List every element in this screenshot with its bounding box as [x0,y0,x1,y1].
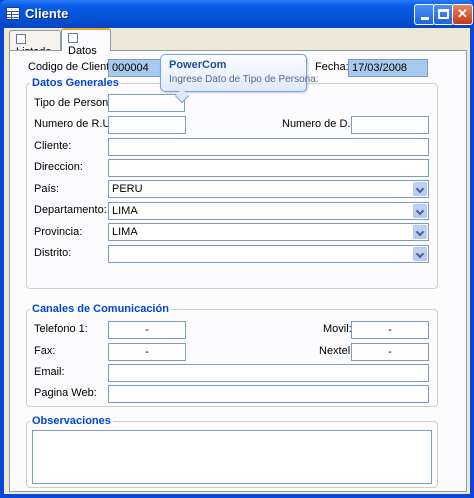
codigo-cliente-field[interactable]: 000004 [108,59,168,77]
pagina-web-label: Pagina Web: [34,387,97,399]
window-client-area: Listado Datos Codigo de Cliente: 000004 … [4,28,470,494]
distrito-combo[interactable] [108,245,429,263]
observaciones-title: Observaciones [30,415,113,427]
tipo-persona-label: Tipo de Persona: [34,97,118,109]
departamento-label: Departamento: [34,204,107,216]
canales-title: Canales de Comunicación [30,303,171,315]
email-field[interactable] [108,364,429,382]
minimize-icon [420,17,429,20]
fecha-label: Fecha: [315,61,349,73]
fecha-field[interactable]: 17/03/2008 [348,59,428,77]
tooltip-balloon: PowerCom Ingrese Dato de Tipo de Persona… [160,54,319,104]
maximize-button[interactable] [433,4,454,25]
departamento-value: LIMA [112,205,138,217]
minimize-button[interactable] [414,4,435,25]
observaciones-textarea[interactable] [32,430,432,484]
title-bar[interactable]: Cliente ✕ [0,0,474,28]
form-icon [68,33,78,43]
maximize-icon [438,9,449,19]
pais-value: PERU [112,183,143,195]
chevron-down-icon[interactable] [413,247,427,261]
telefono-label: Telefono 1: [34,323,88,335]
datos-generales-title: Datos Generales [30,77,121,89]
pais-label: País: [34,183,60,195]
datos-panel: Codigo de Cliente: 000004 Fecha: 17/03/2… [9,50,467,492]
tab-listado[interactable]: Listado [9,30,61,58]
list-icon [16,34,26,44]
pagina-web-field[interactable] [108,385,429,403]
close-button[interactable]: ✕ [452,4,473,25]
close-icon: ✕ [457,6,468,21]
fax-field[interactable]: - [108,343,186,361]
email-label: Email: [34,366,65,378]
chevron-down-icon[interactable] [413,182,427,196]
fax-label: Fax: [34,345,56,357]
chevron-down-icon[interactable] [413,204,427,218]
tipo-persona-combo[interactable] [108,94,185,112]
provincia-value: LIMA [112,226,138,238]
tooltip-text: Ingrese Dato de Tipo de Persona: [169,74,319,85]
nextel-field[interactable]: - [351,343,429,361]
codigo-cliente-label: Codigo de Cliente: [28,61,119,73]
provincia-combo[interactable]: LIMA [108,223,429,241]
movil-label: Movil: [323,323,352,335]
nextel-label: Nextel: [319,345,354,357]
window-title: Cliente [25,6,69,21]
pais-combo[interactable]: PERU [108,180,429,198]
tab-datos-label: Datos [68,45,97,57]
provincia-label: Provincia: [34,226,83,238]
chevron-down-icon[interactable] [413,225,427,239]
departamento-combo[interactable]: LIMA [108,202,429,220]
tab-datos[interactable]: Datos [61,28,111,57]
direccion-field[interactable] [108,159,429,177]
ruc-field[interactable] [108,116,186,134]
cliente-field[interactable] [108,138,429,156]
tooltip-title: PowerCom [169,59,227,71]
table-icon [6,7,20,20]
telefono-field[interactable]: - [108,321,186,339]
dni-field[interactable] [351,116,429,134]
distrito-label: Distrito: [34,247,72,259]
app-window: Cliente ✕ Listado Datos Codigo de Client… [0,0,474,498]
direccion-label: Direccion: [34,161,83,173]
movil-field[interactable]: - [351,321,429,339]
cliente-label: Cliente: [34,140,72,152]
